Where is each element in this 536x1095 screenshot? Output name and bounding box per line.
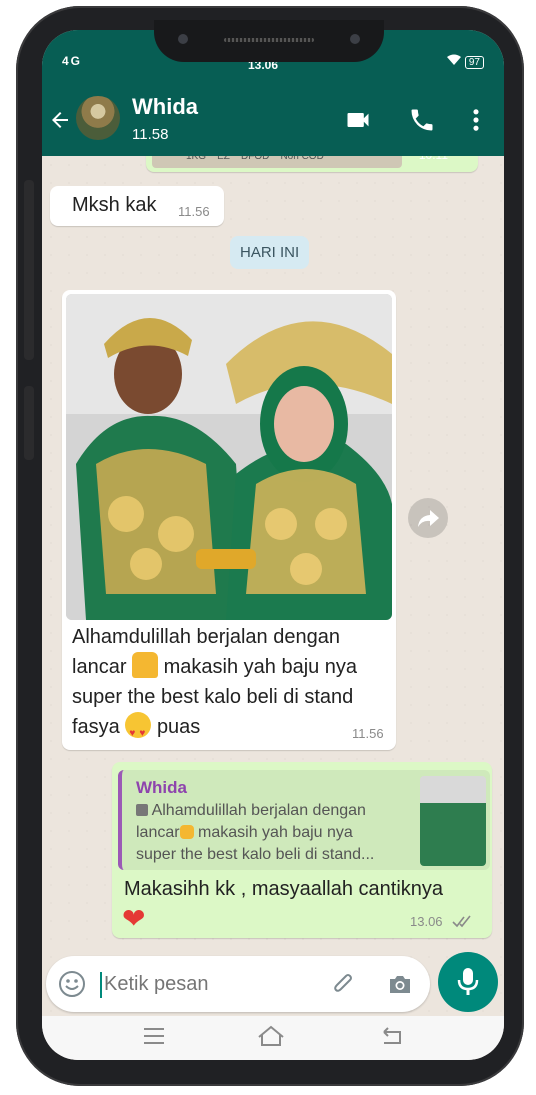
- message-line: Alhamdulillah berjalan dengan: [72, 626, 340, 648]
- folded-hands-emoji-icon: [132, 652, 159, 678]
- outgoing-reply-message[interactable]: Whida Alhamdulillah berjalan dengan lanc…: [112, 762, 492, 938]
- status-icons: 97: [446, 54, 484, 69]
- quoted-line: super the best kalo beli di stand...: [136, 846, 375, 863]
- phone-screen: 4G 13.06 97 Whida 11.58 1KG EZ DFOD Non …: [42, 30, 504, 1060]
- quoted-text: Alhamdulillah berjalan dengan lancar mak…: [136, 800, 398, 866]
- message-word: puas: [156, 716, 201, 738]
- quoted-sender: Whida: [136, 778, 187, 797]
- photo-icon: [136, 804, 148, 816]
- message-time: 11.56: [352, 726, 384, 741]
- quoted-word: Alhamdulillah berjalan dengan: [151, 802, 366, 819]
- message-line: super the best kalo beli di stand: [72, 686, 354, 708]
- message-line: lancar makasih yah baju nya: [72, 652, 392, 682]
- quoted-message[interactable]: Whida Alhamdulillah berjalan dengan lanc…: [118, 770, 490, 870]
- incoming-message[interactable]: Mksh kak 11.56: [50, 186, 224, 226]
- earpiece-speaker: [224, 38, 314, 42]
- folded-hands-emoji-icon: [179, 825, 194, 839]
- battery-icon: 97: [464, 56, 484, 69]
- message-time: 11.56: [178, 204, 210, 219]
- mic-button[interactable]: [438, 952, 498, 1012]
- message-word: makasih yah baju nya: [163, 656, 358, 678]
- back-arrow-icon[interactable]: [48, 108, 72, 132]
- camera-notch: [154, 20, 384, 62]
- message-line: fasya ♥ ♥ puas: [72, 712, 392, 742]
- back-nav-icon[interactable]: [380, 1026, 406, 1046]
- forward-icon[interactable]: [408, 498, 448, 538]
- contact-name[interactable]: Whida: [132, 94, 198, 120]
- quoted-word: makasih yah baju nya: [193, 824, 353, 841]
- message-time: 13.06: [410, 914, 443, 929]
- message-text: Mksh kak: [72, 194, 157, 216]
- chat-header: Whida 11.58: [42, 84, 504, 156]
- menu-icon[interactable]: [142, 1026, 166, 1046]
- message-input-bar: [46, 956, 430, 1012]
- mic-icon: [457, 968, 479, 995]
- read-ticks-icon: [452, 915, 471, 928]
- message-word: fasya: [72, 716, 120, 738]
- quoted-line: Alhamdulillah berjalan dengan: [136, 800, 398, 822]
- more-vert-icon[interactable]: [462, 106, 490, 134]
- phone-icon[interactable]: [408, 106, 436, 134]
- wedding-photo-image: [66, 294, 392, 620]
- home-icon[interactable]: [256, 1024, 286, 1048]
- power-button: [24, 386, 34, 460]
- date-divider: HARI INI: [230, 236, 310, 269]
- message-text: Makasihh kk , masyaallah cantiknya: [124, 878, 444, 900]
- quoted-line: lancar makasih yah baju nya: [136, 822, 398, 844]
- last-seen: 11.58: [132, 126, 169, 143]
- camera-lens: [350, 34, 360, 44]
- chat-area[interactable]: 1KG EZ DFOD Non COD 10.11 Mksh kak 11.56…: [42, 146, 504, 1016]
- system-nav-bar: [42, 1016, 504, 1060]
- camera-lens: [178, 34, 188, 44]
- contact-avatar[interactable]: [76, 96, 120, 140]
- video-call-icon[interactable]: [344, 106, 372, 134]
- volume-button: [24, 180, 34, 360]
- attach-icon[interactable]: [330, 970, 358, 998]
- quoted-photo-thumbnail: [420, 776, 486, 866]
- camera-icon[interactable]: [386, 970, 414, 998]
- quoted-word: lancar: [136, 824, 180, 841]
- message-word: lancar: [72, 656, 127, 678]
- emoji-icon[interactable]: [58, 970, 86, 998]
- signal-indicator: 4G: [62, 54, 83, 68]
- message-text: Alhamdulillah berjalan dengan lancar mak…: [72, 622, 392, 742]
- red-heart-emoji-icon: ❤: [122, 903, 146, 934]
- message-input[interactable]: [102, 966, 306, 1002]
- heart-eyes-emoji-icon: ♥ ♥: [125, 712, 152, 739]
- wifi-icon: [446, 54, 461, 65]
- incoming-photo-message[interactable]: Alhamdulillah berjalan dengan lancar mak…: [62, 290, 396, 750]
- message-photo[interactable]: [66, 294, 392, 620]
